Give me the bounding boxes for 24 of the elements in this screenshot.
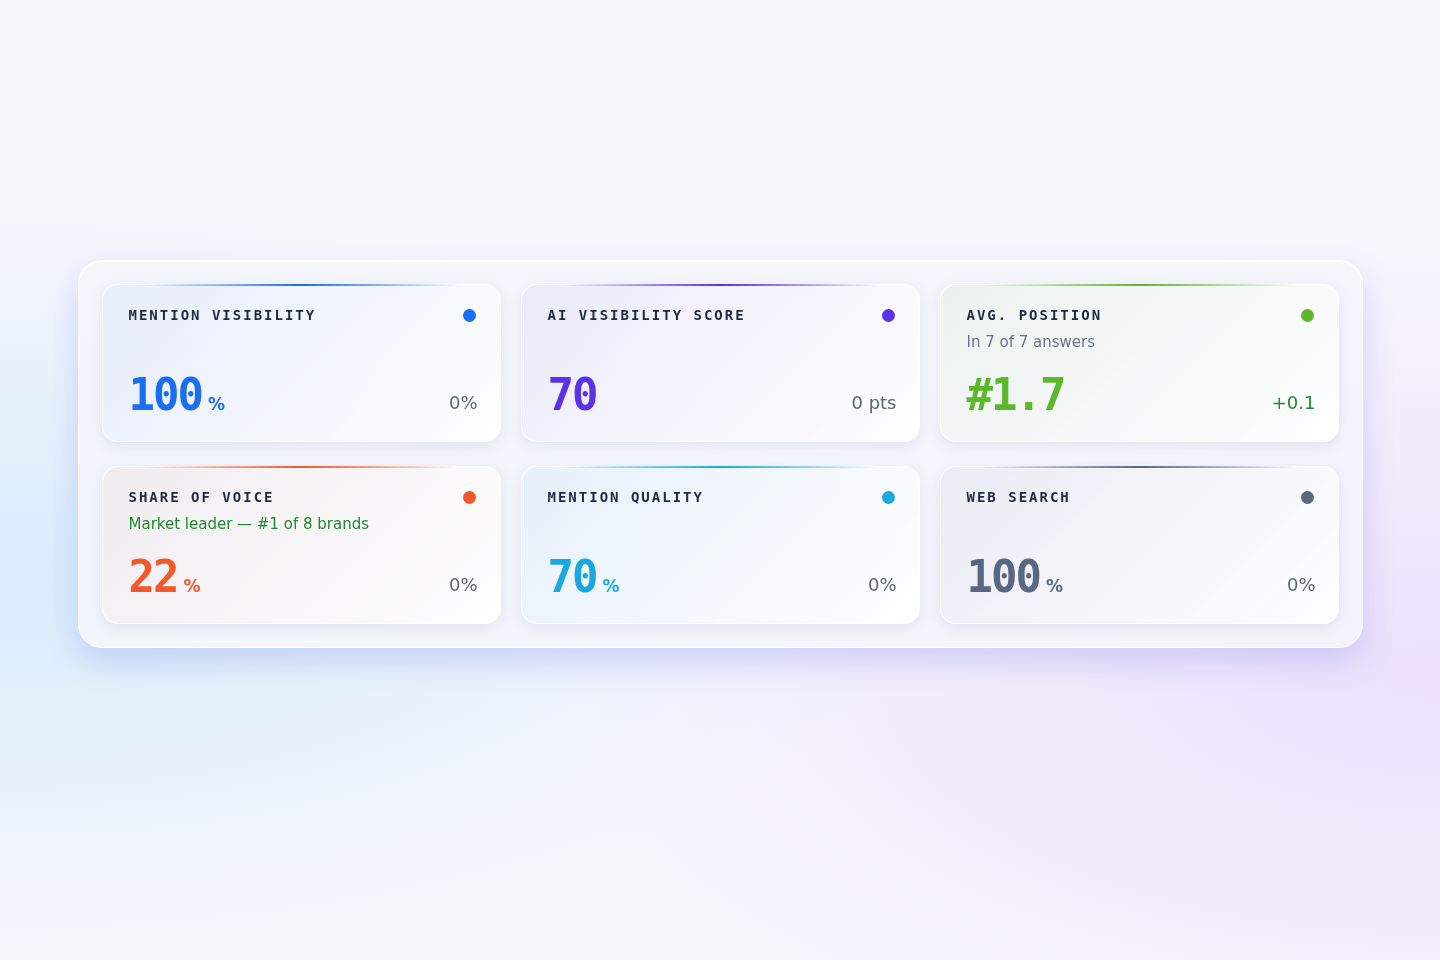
metric-value: 70 xyxy=(547,555,597,599)
metric-delta: +0.1 xyxy=(1271,392,1316,415)
metric-value: #1.7 xyxy=(966,373,1065,417)
metric-label: SHARE OF VOICE xyxy=(128,489,275,505)
metric-value: 22 xyxy=(128,555,178,599)
metric-subtitle: In 7 of 7 answers xyxy=(966,333,1097,351)
metric-delta: 0% xyxy=(1286,574,1316,597)
metric-delta: 0 pts xyxy=(851,392,897,415)
metric-unit: % xyxy=(602,576,620,596)
metric-label: MENTION QUALITY xyxy=(547,489,704,505)
metric-unit: % xyxy=(208,394,226,414)
metric-unit: % xyxy=(1046,576,1064,596)
metric-label: WEB SEARCH xyxy=(966,489,1071,505)
metric-value: 70 xyxy=(547,373,597,417)
metric-delta: 0% xyxy=(448,392,478,415)
metric-label: AVG. POSITION xyxy=(966,307,1103,323)
metric-delta: 0% xyxy=(448,574,478,597)
metric-subtitle: Market leader — #1 of 8 brands xyxy=(128,515,370,533)
metric-unit: % xyxy=(183,576,201,596)
metric-delta: 0% xyxy=(867,574,897,597)
metric-value: 100 xyxy=(128,373,202,417)
metric-label: AI VISIBILITY SCORE xyxy=(547,307,746,323)
metric-label: MENTION VISIBILITY xyxy=(128,307,317,323)
metric-value: 100 xyxy=(966,555,1040,599)
